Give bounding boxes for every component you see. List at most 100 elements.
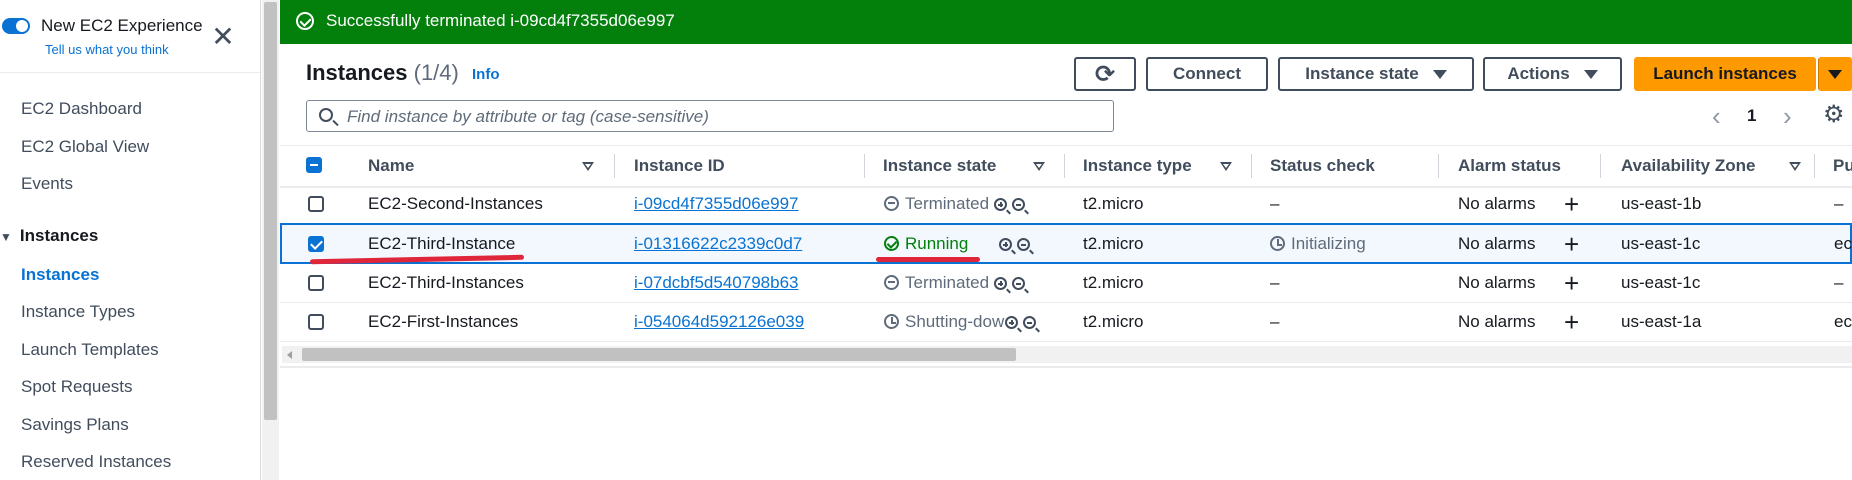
- select-all-checkbox[interactable]: [306, 157, 322, 173]
- instance-type: t2.micro: [1083, 234, 1144, 253]
- row-checkbox[interactable]: [308, 314, 324, 330]
- column-header-instance-type[interactable]: Instance type: [1083, 156, 1192, 176]
- table-header: Name Instance ID Instance state Instance…: [280, 145, 1852, 188]
- table-row[interactable]: EC2-Second-Instances i-09cd4f7355d06e997…: [280, 185, 1852, 224]
- column-separator[interactable]: [1814, 154, 1815, 178]
- instance-state-dropdown[interactable]: Instance state: [1278, 57, 1474, 91]
- instance-state-label: Instance state: [1305, 64, 1419, 83]
- close-icon[interactable]: ✕: [208, 22, 238, 52]
- availability-zone: us-east-1c: [1621, 273, 1701, 292]
- column-separator[interactable]: [614, 154, 615, 178]
- previous-page-icon[interactable]: ‹: [1712, 103, 1721, 129]
- gear-icon[interactable]: ⚙: [1823, 103, 1845, 127]
- row-checkbox[interactable]: [308, 196, 324, 212]
- sidebar-item-events[interactable]: Events: [21, 174, 73, 194]
- sort-icon[interactable]: [1789, 162, 1801, 171]
- sort-icon[interactable]: [1220, 162, 1232, 171]
- column-separator[interactable]: [1600, 154, 1601, 178]
- table-horizontal-scrollbar-thumb[interactable]: [302, 348, 1016, 361]
- alarm-status: No alarms: [1458, 312, 1536, 331]
- info-link[interactable]: Info: [472, 66, 500, 83]
- zoom-in-icon[interactable]: [994, 277, 1012, 294]
- instance-id-link[interactable]: i-01316622c2339c0d7: [634, 234, 802, 254]
- scroll-left-arrow-icon[interactable]: [287, 351, 292, 359]
- launch-instances-dropdown[interactable]: [1818, 57, 1852, 91]
- caret-down-icon: [1827, 69, 1842, 79]
- instance-id-link[interactable]: i-054064d592126e039: [634, 312, 804, 332]
- instance-type: t2.micro: [1083, 194, 1144, 213]
- sidebar-item-reserved-instances[interactable]: Reserved Instances: [21, 452, 171, 472]
- next-page-icon[interactable]: ›: [1783, 103, 1792, 129]
- column-header-instance-id[interactable]: Instance ID: [634, 156, 725, 176]
- column-header-name[interactable]: Name: [368, 156, 414, 176]
- sidebar-item-instance-types[interactable]: Instance Types: [21, 302, 135, 322]
- zoom-out-icon[interactable]: [1012, 198, 1030, 215]
- actions-dropdown[interactable]: Actions: [1483, 57, 1622, 91]
- column-header-instance-state[interactable]: Instance state: [883, 156, 996, 176]
- feedback-link[interactable]: Tell us what you think: [45, 42, 169, 57]
- sidebar-item-ec2-dashboard[interactable]: EC2 Dashboard: [21, 99, 142, 119]
- column-header-alarm-status[interactable]: Alarm status: [1458, 156, 1561, 176]
- instance-name: EC2-Third-Instances: [368, 273, 524, 292]
- sidebar-item-launch-templates[interactable]: Launch Templates: [21, 340, 159, 360]
- sort-icon[interactable]: [582, 162, 594, 171]
- row-checkbox[interactable]: [308, 236, 324, 252]
- sidebar-divider: [0, 72, 260, 73]
- public-ip: –: [1834, 194, 1844, 213]
- add-alarm-icon[interactable]: +: [1564, 231, 1579, 257]
- instance-id-link[interactable]: i-09cd4f7355d06e997: [634, 194, 798, 214]
- availability-zone: us-east-1a: [1621, 312, 1702, 331]
- add-alarm-icon[interactable]: +: [1564, 309, 1579, 335]
- instance-name: EC2-Second-Instances: [368, 194, 543, 213]
- sidebar-item-savings-plans[interactable]: Savings Plans: [21, 415, 129, 435]
- instance-id-link[interactable]: i-07dcbf5d540798b63: [634, 273, 798, 293]
- column-header-availability-zone[interactable]: Availability Zone: [1621, 156, 1755, 176]
- caret-down-icon: ▼: [0, 230, 12, 244]
- launch-instances-button[interactable]: Launch instances: [1634, 57, 1816, 91]
- column-separator[interactable]: [1064, 154, 1065, 178]
- add-alarm-icon[interactable]: +: [1564, 270, 1579, 296]
- alarm-status: No alarms: [1458, 234, 1536, 253]
- column-separator[interactable]: [864, 154, 865, 178]
- page-number[interactable]: 1: [1747, 106, 1756, 126]
- new-experience-toggle[interactable]: [2, 18, 30, 34]
- public-ip: ec: [1834, 234, 1852, 253]
- zoom-out-icon[interactable]: [1012, 277, 1030, 294]
- zoom-out-icon[interactable]: [1023, 316, 1041, 333]
- sort-icon[interactable]: [1033, 162, 1045, 171]
- zoom-in-icon[interactable]: [999, 238, 1017, 255]
- sidebar-item-spot-requests[interactable]: Spot Requests: [21, 377, 133, 397]
- instance-state: Terminated: [884, 273, 1030, 294]
- instance-state-text: Terminated: [905, 273, 990, 292]
- column-separator[interactable]: [1438, 154, 1439, 178]
- actions-label: Actions: [1507, 64, 1570, 83]
- column-header-status-check[interactable]: Status check: [1270, 156, 1375, 176]
- zoom-in-icon[interactable]: [1005, 316, 1023, 333]
- terminated-icon: [884, 196, 899, 211]
- row-checkbox[interactable]: [308, 275, 324, 291]
- sidebar-section-instances[interactable]: ▼ Instances: [0, 226, 98, 246]
- add-alarm-icon[interactable]: +: [1564, 191, 1579, 217]
- instance-state-text: Shutting-dow: [905, 312, 1005, 331]
- table-row[interactable]: EC2-Third-Instances i-07dcbf5d540798b63 …: [280, 264, 1852, 303]
- column-header-public-ip[interactable]: Pu: [1833, 156, 1852, 176]
- sidebar-scrollbar-thumb[interactable]: [264, 2, 277, 420]
- instance-state-text: Terminated: [905, 194, 990, 213]
- connect-button[interactable]: Connect: [1146, 57, 1268, 91]
- sidebar-item-instances[interactable]: Instances: [21, 265, 99, 285]
- refresh-button[interactable]: ⟳: [1074, 57, 1136, 91]
- sidebar: New EC2 Experience Tell us what you thin…: [0, 0, 261, 480]
- table-row[interactable]: EC2-First-Instances i-054064d592126e039 …: [280, 303, 1852, 342]
- sidebar-item-ec2-global-view[interactable]: EC2 Global View: [21, 137, 149, 157]
- page-title-text: Instances: [306, 60, 408, 85]
- column-separator[interactable]: [1251, 154, 1252, 178]
- annotation-underline-state: [876, 257, 980, 262]
- instance-type: t2.micro: [1083, 273, 1144, 292]
- search-input[interactable]: Find instance by attribute or tag (case-…: [306, 100, 1114, 132]
- zoom-out-icon[interactable]: [1017, 238, 1035, 255]
- availability-zone: us-east-1c: [1621, 234, 1701, 253]
- zoom-in-icon[interactable]: [994, 198, 1012, 215]
- public-ip: ec: [1834, 312, 1852, 331]
- success-check-icon: [296, 12, 314, 30]
- terminated-icon: [884, 275, 899, 290]
